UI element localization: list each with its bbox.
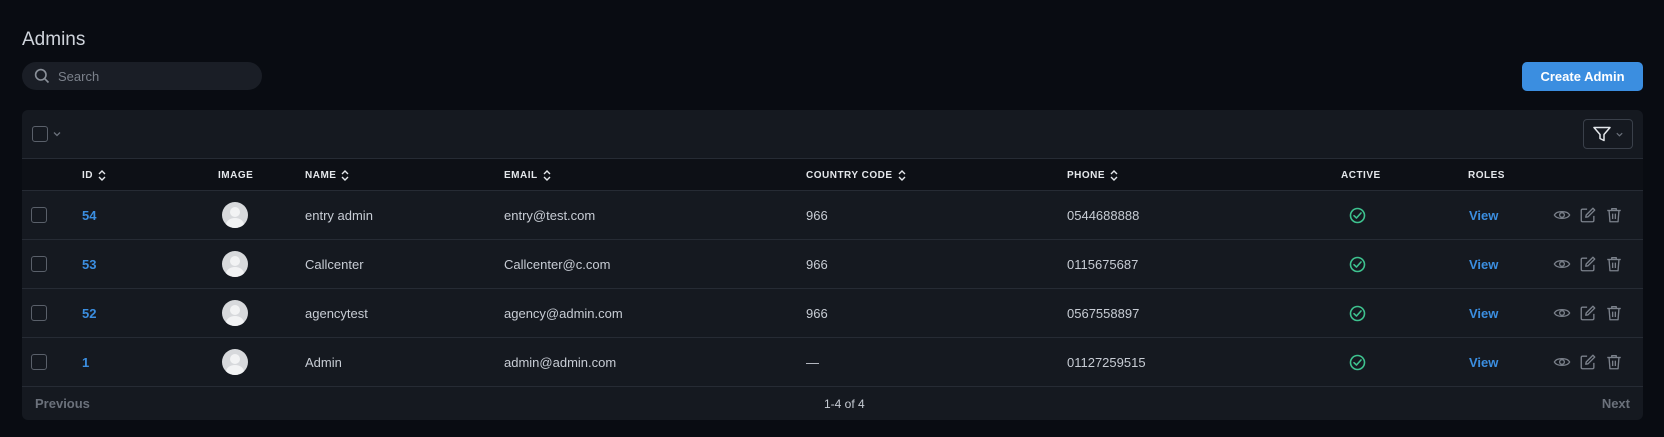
row-name: Admin (305, 354, 342, 370)
column-header-label: ROLES (1468, 169, 1505, 181)
column-header-roles: ROLES (1468, 159, 1505, 191)
column-header-label: COUNTRY CODE (806, 169, 893, 181)
table-toolbar (22, 110, 1643, 159)
column-header-image: IMAGE (218, 159, 253, 191)
select-all-checkbox[interactable] (32, 126, 48, 142)
row-email: Callcenter@c.com (504, 256, 611, 272)
roles-view-link[interactable]: View (1469, 338, 1498, 386)
row-checkbox[interactable] (31, 305, 47, 321)
roles-view-link[interactable]: View (1469, 289, 1498, 337)
sort-icon (98, 169, 106, 181)
row-phone: 0544688888 (1067, 207, 1140, 223)
column-header-label: IMAGE (218, 169, 254, 181)
column-header-label: ID (82, 169, 93, 181)
filter-button[interactable] (1583, 119, 1633, 149)
row-email: agency@admin.com (504, 305, 623, 321)
trash-icon[interactable] (1605, 304, 1623, 322)
row-id-link[interactable]: 54 (82, 191, 96, 239)
table-row: 54 entry admin entry@test.com 966 054468… (22, 191, 1643, 240)
column-header-phone[interactable]: PHONE (1067, 159, 1118, 191)
avatar (222, 300, 248, 326)
check-circle-icon (1349, 256, 1366, 272)
filter-icon (1592, 126, 1611, 142)
trash-icon[interactable] (1605, 255, 1623, 273)
pagination: Previous 1-4 of 4 Next (22, 387, 1643, 420)
edit-icon[interactable] (1579, 353, 1597, 371)
column-header-email[interactable]: EMAIL (504, 159, 551, 191)
row-country-code: 966 (806, 207, 828, 223)
column-header-country-code[interactable]: COUNTRY CODE (806, 159, 906, 191)
check-circle-icon (1349, 354, 1366, 370)
row-checkbox[interactable] (31, 207, 47, 223)
column-header-active: ACTIVE (1341, 159, 1381, 191)
eye-icon[interactable] (1553, 353, 1571, 371)
sort-icon (543, 169, 551, 181)
chevron-down-icon[interactable] (52, 129, 62, 139)
row-name: agencytest (305, 305, 368, 321)
check-circle-icon (1349, 207, 1366, 223)
table-row: 52 agencytest agency@admin.com 966 05675… (22, 289, 1643, 338)
column-header-id[interactable]: ID (82, 159, 106, 191)
table-row: 53 Callcenter Callcenter@c.com 966 01156… (22, 240, 1643, 289)
sort-icon (341, 169, 349, 181)
avatar (222, 251, 248, 277)
next-button[interactable]: Next (1602, 387, 1630, 420)
admins-table-panel: ID IMAGE NAME EMAIL COUNTRY CODE PHONE A… (22, 110, 1643, 420)
row-id-link[interactable]: 53 (82, 240, 96, 288)
search-box[interactable] (22, 62, 262, 90)
row-id-link[interactable]: 1 (82, 338, 89, 386)
previous-button[interactable]: Previous (35, 387, 90, 420)
column-header-label: PHONE (1067, 169, 1106, 181)
column-header-label: EMAIL (504, 169, 538, 181)
table-row: 1 Admin admin@admin.com — 01127259515 Vi… (22, 338, 1643, 387)
row-phone: 0567558897 (1067, 305, 1140, 321)
column-header-label: ACTIVE (1341, 169, 1381, 181)
search-input[interactable] (58, 68, 248, 84)
edit-icon[interactable] (1579, 304, 1597, 322)
trash-icon[interactable] (1605, 206, 1623, 224)
row-country-code: 966 (806, 256, 828, 272)
column-header-label: NAME (305, 169, 337, 181)
sort-icon (1110, 169, 1118, 181)
row-phone: 0115675687 (1067, 256, 1139, 272)
page-title: Admins (22, 29, 86, 50)
row-name: Callcenter (305, 256, 364, 272)
chevron-down-icon (1615, 132, 1623, 137)
edit-icon[interactable] (1579, 255, 1597, 273)
row-country-code: 966 (806, 305, 828, 321)
row-phone: 01127259515 (1067, 354, 1146, 370)
column-header-name[interactable]: NAME (305, 159, 349, 191)
row-id-link[interactable]: 52 (82, 289, 96, 337)
roles-view-link[interactable]: View (1469, 191, 1498, 239)
row-email: admin@admin.com (504, 354, 617, 370)
row-checkbox[interactable] (31, 354, 47, 370)
search-icon (34, 68, 50, 84)
row-email: entry@test.com (504, 207, 596, 223)
roles-view-link[interactable]: View (1469, 240, 1498, 288)
create-admin-button[interactable]: Create Admin (1522, 62, 1643, 91)
eye-icon[interactable] (1553, 255, 1571, 273)
row-country-code: — (806, 354, 819, 370)
eye-icon[interactable] (1553, 206, 1571, 224)
eye-icon[interactable] (1553, 304, 1571, 322)
bulk-select[interactable] (32, 126, 62, 142)
avatar (222, 349, 248, 375)
avatar (222, 202, 248, 228)
edit-icon[interactable] (1579, 206, 1597, 224)
row-name: entry admin (305, 207, 373, 223)
pagination-range: 1-4 of 4 (824, 396, 865, 411)
trash-icon[interactable] (1605, 353, 1623, 371)
sort-icon (898, 169, 906, 181)
table-header: ID IMAGE NAME EMAIL COUNTRY CODE PHONE A… (22, 159, 1643, 191)
check-circle-icon (1349, 305, 1366, 321)
row-checkbox[interactable] (31, 256, 47, 272)
